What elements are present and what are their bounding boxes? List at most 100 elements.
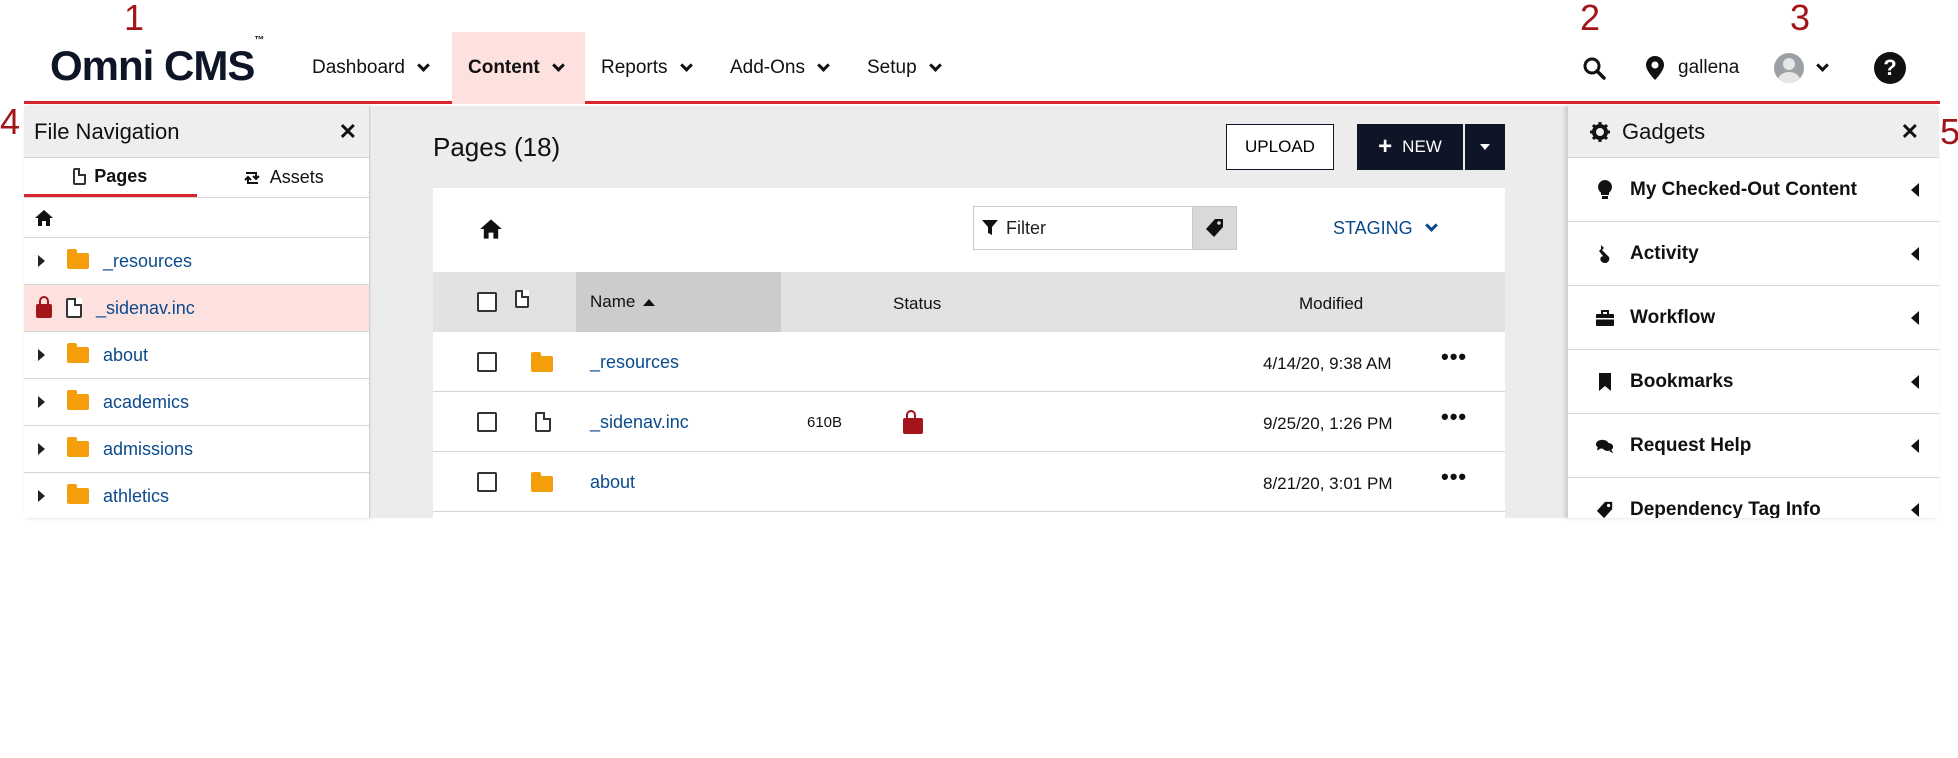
- filter-field: Filter: [973, 206, 1237, 250]
- nav-dashboard-label: Dashboard: [312, 57, 405, 78]
- gear-icon: [1590, 121, 1610, 142]
- column-name[interactable]: Name: [576, 272, 781, 332]
- tab-assets[interactable]: Assets: [197, 158, 370, 197]
- site-selector[interactable]: gallena: [1646, 32, 1739, 104]
- gadget-bookmarks[interactable]: Bookmarks: [1568, 350, 1939, 414]
- more-actions-icon[interactable]: •••: [1441, 464, 1467, 490]
- filter-input[interactable]: Filter: [974, 207, 1192, 249]
- column-status[interactable]: Status: [893, 294, 941, 314]
- file-navigation-tabs: Pages Assets: [24, 158, 369, 198]
- pages-table-card: Filter STAGING Name Status Modified _res…: [433, 188, 1505, 518]
- staging-label: STAGING: [1333, 218, 1413, 238]
- column-name-label: Name: [590, 292, 636, 311]
- more-actions-icon[interactable]: •••: [1441, 344, 1467, 370]
- retweet-icon: [244, 171, 260, 184]
- row-checkbox[interactable]: [477, 412, 497, 432]
- row-checkbox[interactable]: [477, 472, 497, 492]
- row-modified: 8/21/20, 3:01 PM: [1263, 474, 1393, 493]
- gadget-my-checked-out-content[interactable]: My Checked-Out Content: [1568, 158, 1939, 222]
- new-button[interactable]: + NEW: [1357, 124, 1463, 170]
- lock-icon: [36, 296, 52, 318]
- list-item[interactable]: admissions: [24, 426, 369, 473]
- caret-right-icon[interactable]: [38, 490, 45, 502]
- list-item-label: admissions: [103, 438, 194, 459]
- new-dropdown-button[interactable]: [1465, 124, 1505, 170]
- help-button[interactable]: ?: [1874, 32, 1906, 104]
- home-row[interactable]: [24, 198, 369, 238]
- callout-2: 2: [1580, 0, 1601, 38]
- plus-icon: +: [1378, 133, 1393, 160]
- row-checkbox[interactable]: [477, 352, 497, 372]
- search-button[interactable]: [1582, 32, 1606, 104]
- list-item[interactable]: academics: [24, 379, 369, 426]
- gadget-activity[interactable]: Activity: [1568, 222, 1939, 286]
- gadget-dependency-tag-info[interactable]: Dependency Tag Info: [1568, 478, 1939, 518]
- user-menu[interactable]: [1774, 32, 1829, 104]
- staging-dropdown[interactable]: STAGING: [1333, 218, 1438, 239]
- caret-left-icon: [1911, 438, 1919, 453]
- nav-dashboard[interactable]: Dashboard: [296, 32, 444, 104]
- nav-setup-label: Setup: [867, 57, 917, 78]
- more-actions-icon[interactable]: •••: [1441, 404, 1467, 430]
- home-icon[interactable]: [479, 218, 503, 240]
- folder-icon: [67, 484, 89, 504]
- select-all-checkbox[interactable]: [477, 292, 497, 312]
- nav-add-ons[interactable]: Add-Ons: [714, 32, 844, 104]
- caret-down-icon: [1480, 144, 1490, 150]
- briefcase-icon: [1596, 309, 1614, 326]
- column-modified[interactable]: Modified: [1299, 294, 1363, 314]
- row-name-link[interactable]: about: [590, 472, 635, 493]
- row-name-link[interactable]: _sidenav.inc: [590, 412, 689, 433]
- list-item-label: academics: [103, 391, 190, 412]
- logo[interactable]: Omni CMS™: [50, 35, 264, 90]
- caret-right-icon[interactable]: [38, 396, 45, 408]
- list-item[interactable]: _resources: [24, 238, 369, 285]
- close-icon[interactable]: ✕: [339, 119, 357, 145]
- caret-right-icon[interactable]: [38, 255, 45, 267]
- gadgets-panel: Gadgets ✕ My Checked-Out Content Activit…: [1567, 106, 1939, 518]
- row-modified: 9/25/20, 1:26 PM: [1263, 414, 1393, 433]
- gadget-label: Workflow: [1630, 306, 1716, 328]
- nav-add-ons-label: Add-Ons: [730, 57, 805, 78]
- table-row[interactable]: _resources 4/14/20, 9:38 AM •••: [433, 332, 1505, 392]
- gadget-request-help[interactable]: Request Help: [1568, 414, 1939, 478]
- gadget-label: Request Help: [1630, 434, 1752, 456]
- nav-setup[interactable]: Setup: [851, 32, 956, 104]
- lightbulb-icon: [1596, 179, 1614, 200]
- gadgets-header: Gadgets ✕: [1568, 106, 1939, 158]
- folder-icon: [67, 343, 89, 363]
- list-item-label: _sidenav.inc: [96, 297, 195, 318]
- filter-icon: [982, 220, 998, 235]
- file-navigation-panel: File Navigation ✕ Pages Assets _resource…: [24, 106, 370, 518]
- chevron-down-icon: [817, 58, 830, 72]
- comments-icon: [1596, 438, 1614, 454]
- list-item[interactable]: about: [24, 332, 369, 379]
- caret-right-icon[interactable]: [38, 349, 45, 361]
- logo-text: Omni CMS: [50, 42, 255, 89]
- list-item[interactable]: athletics: [24, 473, 369, 518]
- chevron-down-icon: [1424, 219, 1438, 232]
- folder-icon: [531, 352, 553, 372]
- caret-right-icon[interactable]: [38, 443, 45, 455]
- tab-pages[interactable]: Pages: [24, 158, 197, 197]
- tag-filter-button[interactable]: [1192, 207, 1236, 249]
- nav-reports[interactable]: Reports: [585, 32, 707, 104]
- list-item[interactable]: _sidenav.inc: [24, 285, 369, 332]
- help-icon: ?: [1874, 52, 1906, 84]
- table-row[interactable]: about 8/21/20, 3:01 PM •••: [433, 452, 1505, 512]
- top-bar: Omni CMS™ Dashboard Content Reports Add-…: [24, 32, 1940, 104]
- gadget-workflow[interactable]: Workflow: [1568, 286, 1939, 350]
- sort-ascending-icon: [643, 298, 656, 306]
- caret-left-icon: [1911, 182, 1919, 197]
- row-size: 610B: [807, 414, 843, 431]
- row-name-link[interactable]: _resources: [590, 352, 679, 373]
- table-row[interactable]: _sidenav.inc 610B 9/25/20, 1:26 PM •••: [433, 392, 1505, 452]
- gadgets-title: Gadgets: [1590, 119, 1705, 145]
- search-icon: [1583, 57, 1606, 80]
- lock-icon[interactable]: [903, 410, 923, 434]
- close-icon[interactable]: ✕: [1901, 119, 1919, 145]
- callout-4: 4: [0, 101, 21, 142]
- upload-button[interactable]: UPLOAD: [1226, 124, 1334, 170]
- nav-content[interactable]: Content: [452, 32, 585, 104]
- folder-icon: [67, 249, 89, 269]
